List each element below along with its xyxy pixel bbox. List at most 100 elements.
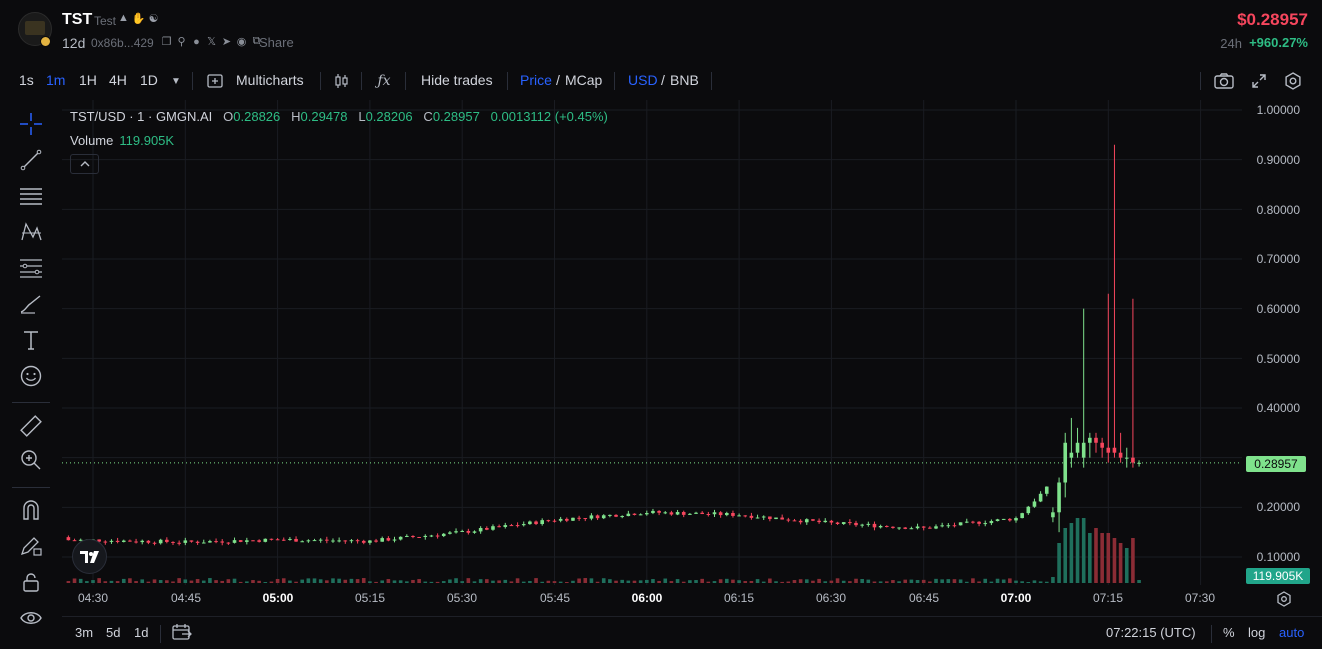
candle-body: [614, 514, 618, 517]
price-tick: 0.40000: [1256, 401, 1300, 415]
interval-dropdown-icon[interactable]: ▼: [165, 70, 187, 92]
candle-body: [66, 537, 71, 541]
candle-style-icon[interactable]: [330, 70, 352, 92]
candle-body: [884, 525, 889, 527]
horizontal-lines-icon[interactable]: [18, 183, 44, 209]
interval-4h[interactable]: 4H: [109, 72, 127, 88]
candle-body: [952, 525, 957, 527]
candle-body: [620, 516, 624, 518]
range-1d[interactable]: 1d: [134, 625, 148, 640]
price-toggle[interactable]: Price: [520, 72, 552, 88]
magnet-icon[interactable]: [18, 497, 44, 523]
pencil-lock-icon[interactable]: [18, 533, 44, 559]
trend-line-icon[interactable]: [18, 147, 44, 173]
fullscreen-icon[interactable]: [1248, 70, 1270, 92]
candle-body: [786, 519, 791, 521]
candle-body: [411, 535, 415, 537]
volume-bar: [571, 580, 575, 583]
interval-1s[interactable]: 1s: [19, 72, 34, 88]
candle-body: [441, 533, 446, 537]
volume-bar: [91, 580, 95, 583]
share-button[interactable]: Share: [259, 35, 294, 50]
percent-toggle[interactable]: %: [1223, 625, 1235, 640]
ruler-icon[interactable]: [18, 413, 44, 439]
collapse-legend-button[interactable]: [70, 154, 99, 174]
volume-bar: [165, 580, 169, 583]
multicharts-icon[interactable]: [204, 70, 226, 92]
range-3m[interactable]: 3m: [75, 625, 93, 640]
volume-bar: [515, 578, 520, 583]
volume-bar: [540, 581, 544, 583]
candlestick-chart-svg[interactable]: [62, 100, 1242, 585]
candle-body: [269, 538, 274, 540]
interval-1h[interactable]: 1H: [79, 72, 97, 88]
volume-bar: [343, 579, 348, 583]
log-toggle[interactable]: log: [1248, 625, 1265, 640]
globe-icon[interactable]: ●: [191, 36, 202, 48]
volume-bar: [534, 578, 538, 583]
candle-body: [521, 524, 526, 526]
candle-body: [848, 522, 852, 524]
x-icon[interactable]: 𝕏: [206, 35, 217, 48]
crosshair-icon[interactable]: [18, 111, 44, 137]
candle-body: [1088, 437, 1092, 443]
brush-icon[interactable]: [18, 291, 44, 317]
candle-body: [374, 540, 378, 542]
search-icon[interactable]: ⚲: [176, 35, 187, 48]
volume-bar: [983, 578, 988, 583]
emoji-icon[interactable]: [18, 363, 44, 389]
token-address[interactable]: 0x86b...429: [91, 36, 154, 50]
volume-bar: [1020, 581, 1024, 583]
volume-bar: [743, 581, 748, 583]
interval-1d[interactable]: 1D: [140, 72, 158, 88]
price-axis[interactable]: 1.00000 0.90000 0.80000 0.70000 0.60000 …: [1242, 100, 1322, 585]
volume-bar: [411, 579, 415, 583]
bnb-toggle[interactable]: BNB: [670, 72, 699, 88]
date-range-icon[interactable]: [172, 623, 192, 644]
price-chart[interactable]: [62, 100, 1242, 585]
slash: /: [661, 72, 665, 88]
tool-divider: [12, 402, 50, 403]
slash: /: [556, 72, 560, 88]
auto-toggle[interactable]: auto: [1279, 625, 1304, 640]
close-value: 0.28957: [432, 109, 480, 124]
fib-retracement-icon[interactable]: [18, 255, 44, 281]
eye-icon[interactable]: [18, 605, 44, 631]
usd-toggle[interactable]: USD: [628, 72, 658, 88]
copy-icon[interactable]: ❐: [161, 35, 172, 48]
candle-body: [220, 541, 225, 543]
volume-bar: [626, 580, 631, 583]
hide-trades-button[interactable]: Hide trades: [421, 72, 493, 88]
web-icon[interactable]: ◉: [236, 35, 247, 48]
zoom-in-icon[interactable]: [18, 447, 44, 473]
volume-bar: [1131, 538, 1135, 583]
telegram-icon[interactable]: ➤: [221, 35, 232, 48]
volume-bar: [374, 581, 378, 583]
axis-settings-icon[interactable]: [1275, 590, 1293, 608]
settings-icon[interactable]: [1282, 70, 1304, 92]
chevron-up-icon: [80, 161, 89, 167]
mcap-toggle[interactable]: MCap: [565, 72, 602, 88]
multicharts-button[interactable]: Multicharts: [236, 72, 304, 88]
time-axis[interactable]: 04:30 04:45 05:00 05:15 05:30 05:45 06:0…: [62, 588, 1242, 610]
volume-bar: [472, 581, 477, 583]
range-5d[interactable]: 5d: [106, 625, 120, 640]
volume-bar: [1008, 578, 1012, 583]
volume-bar: [878, 581, 883, 583]
volume-bar: [872, 581, 877, 583]
candle-body: [1044, 486, 1049, 494]
utc-clock[interactable]: 07:22:15 (UTC): [1106, 625, 1196, 640]
candle-body: [214, 541, 218, 543]
volume-bar: [558, 581, 563, 583]
lock-icon[interactable]: [18, 569, 44, 595]
text-tool-icon[interactable]: [18, 327, 44, 353]
hand-icon: ✋: [131, 13, 146, 25]
candle-body: [503, 525, 508, 527]
pattern-icon[interactable]: [18, 219, 44, 245]
interval-1m[interactable]: 1m: [46, 72, 65, 88]
candle-body: [103, 541, 108, 543]
candle-body: [835, 522, 840, 525]
indicators-icon[interactable]: ƒx: [373, 70, 395, 92]
camera-icon[interactable]: [1213, 70, 1235, 92]
tradingview-logo[interactable]: [72, 539, 107, 574]
